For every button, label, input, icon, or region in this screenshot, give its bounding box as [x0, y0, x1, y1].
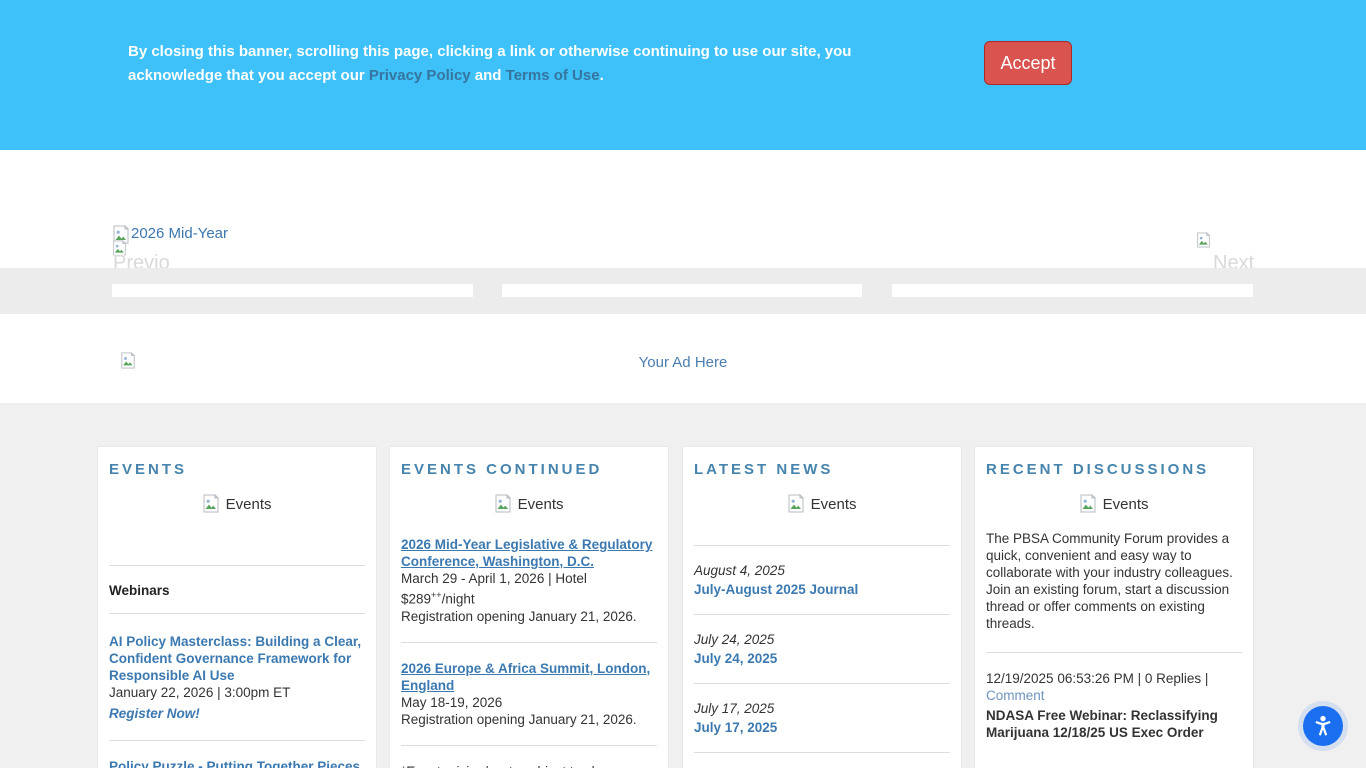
pricing-note: *Event pricing/costs subject to change	[401, 763, 657, 768]
news-item-date: July 24, 2025	[694, 632, 775, 647]
events-continued-image-alt-text: Events	[517, 496, 564, 513]
broken-image-icon	[495, 493, 512, 513]
event-link-midyear-conference[interactable]: 2026 Mid-Year Legislative & Regulatory C…	[401, 536, 657, 570]
broken-image-icon	[203, 493, 220, 513]
broken-image-icon	[121, 352, 136, 369]
accessibility-person-icon	[1315, 715, 1331, 736]
news-item-link[interactable]: July-August 2025 Journal	[694, 581, 858, 598]
webinar-link-policy-puzzle[interactable]: Policy Puzzle - Putting Together Pieces …	[109, 758, 365, 768]
carousel-indicator-1[interactable]	[112, 284, 473, 297]
event-registration-line: Registration opening January 21, 2026.	[401, 608, 637, 624]
events-continued-image-placeholder: Events	[401, 493, 657, 513]
webinar-link-ai-policy[interactable]: AI Policy Masterclass: Building a Clear,…	[109, 633, 365, 684]
main-content: EVENTS Events Webinars AI Policy Masterc…	[0, 403, 1366, 768]
latest-news-title: LATEST NEWS	[694, 461, 834, 478]
news-item-link[interactable]: July 17, 2025	[694, 719, 777, 736]
carousel-slide-link[interactable]: 2026 Mid-Year	[112, 225, 228, 244]
carousel: 2026 Mid-Year Previous Next	[0, 150, 1366, 274]
terms-of-use-link[interactable]: Terms of Use	[506, 67, 600, 84]
divider	[401, 641, 657, 643]
your-ad-here-link[interactable]: Your Ad Here	[0, 314, 1366, 371]
webinar-date: January 22, 2026 | 3:00pm ET	[109, 685, 291, 700]
events-image-placeholder: Events	[109, 493, 365, 513]
event-price-line: March 29 - April 1, 2026 | Hotel $289++/…	[401, 570, 657, 608]
carousel-indicator-band	[0, 268, 1366, 314]
event-price-text: March 29 - April 1, 2026 | Hotel $289	[401, 571, 587, 607]
discussion-timestamp: 12/19/2025 06:53:26 PM | 0 Replies |	[986, 671, 1209, 686]
latest-news-image-placeholder: Events	[694, 493, 950, 513]
latest-news-column: LATEST NEWS Events August 4, 2025 July-A…	[682, 446, 962, 768]
accessibility-widget-button[interactable]	[1303, 706, 1343, 746]
recent-discussions-image-placeholder: Events	[986, 493, 1242, 513]
broken-image-icon	[1197, 232, 1211, 248]
divider	[401, 744, 657, 746]
register-now-link[interactable]: Register Now!	[109, 705, 200, 722]
divider	[694, 683, 950, 684]
discussion-meta: 12/19/2025 06:53:26 PM | 0 Replies | Com…	[986, 670, 1242, 704]
recent-discussions-title: RECENT DISCUSSIONS	[986, 461, 1210, 478]
cookie-banner-period: .	[599, 67, 604, 84]
events-continued-column: EVENTS CONTINUED Events 2026 Mid-Year Le…	[389, 446, 669, 768]
cookie-banner-text: By closing this banner, scrolling this p…	[128, 40, 943, 88]
event-price-unit: /night	[441, 591, 475, 607]
cookie-banner-and: and	[474, 67, 502, 84]
broken-image-icon	[788, 493, 805, 513]
cookie-banner: By closing this banner, scrolling this p…	[0, 0, 1366, 150]
divider	[694, 614, 950, 615]
divider	[109, 740, 365, 741]
webinars-heading: Webinars	[109, 583, 170, 598]
divider	[986, 652, 1242, 653]
news-item-date: July 17, 2025	[694, 701, 775, 716]
divider	[694, 545, 950, 546]
events-column: EVENTS Events Webinars AI Policy Masterc…	[97, 446, 377, 768]
divider	[109, 613, 365, 614]
discussion-topic: NDASA Free Webinar: Reclassifying Mariju…	[986, 708, 1218, 740]
recent-discussions-column: RECENT DISCUSSIONS Events The PBSA Commu…	[974, 446, 1254, 768]
event-date-line: May 18-19, 2026	[401, 694, 503, 710]
news-item-date: August 4, 2025	[694, 563, 785, 578]
recent-discussions-image-alt-text: Events	[1102, 496, 1149, 513]
privacy-policy-link[interactable]: Privacy Policy	[369, 67, 471, 84]
ad-banner-row: Your Ad Here	[0, 314, 1366, 403]
forum-intro-text: The PBSA Community Forum provides a quic…	[986, 531, 1233, 631]
broken-image-icon	[1080, 493, 1097, 513]
page: By closing this banner, scrolling this p…	[0, 0, 1366, 768]
event-price-sup: ++	[431, 590, 442, 600]
events-image-alt-text: Events	[225, 496, 272, 513]
accept-button[interactable]: Accept	[984, 41, 1072, 85]
events-continued-title: EVENTS CONTINUED	[401, 461, 603, 478]
latest-news-image-alt-text: Events	[810, 496, 857, 513]
event-registration-line: Registration opening January 21, 2026.	[401, 711, 637, 727]
event-link-europe-africa-summit[interactable]: 2026 Europe & Africa Summit, London, Eng…	[401, 660, 657, 694]
events-title: EVENTS	[109, 461, 188, 478]
divider	[694, 752, 950, 753]
carousel-slide-alt-text: 2026 Mid-Year	[131, 225, 229, 242]
divider	[109, 565, 365, 566]
comment-link[interactable]: Comment	[986, 688, 1045, 703]
news-item-link[interactable]: July 24, 2025	[694, 650, 777, 667]
carousel-indicator-2[interactable]	[502, 284, 862, 297]
carousel-indicator-3[interactable]	[892, 284, 1253, 297]
